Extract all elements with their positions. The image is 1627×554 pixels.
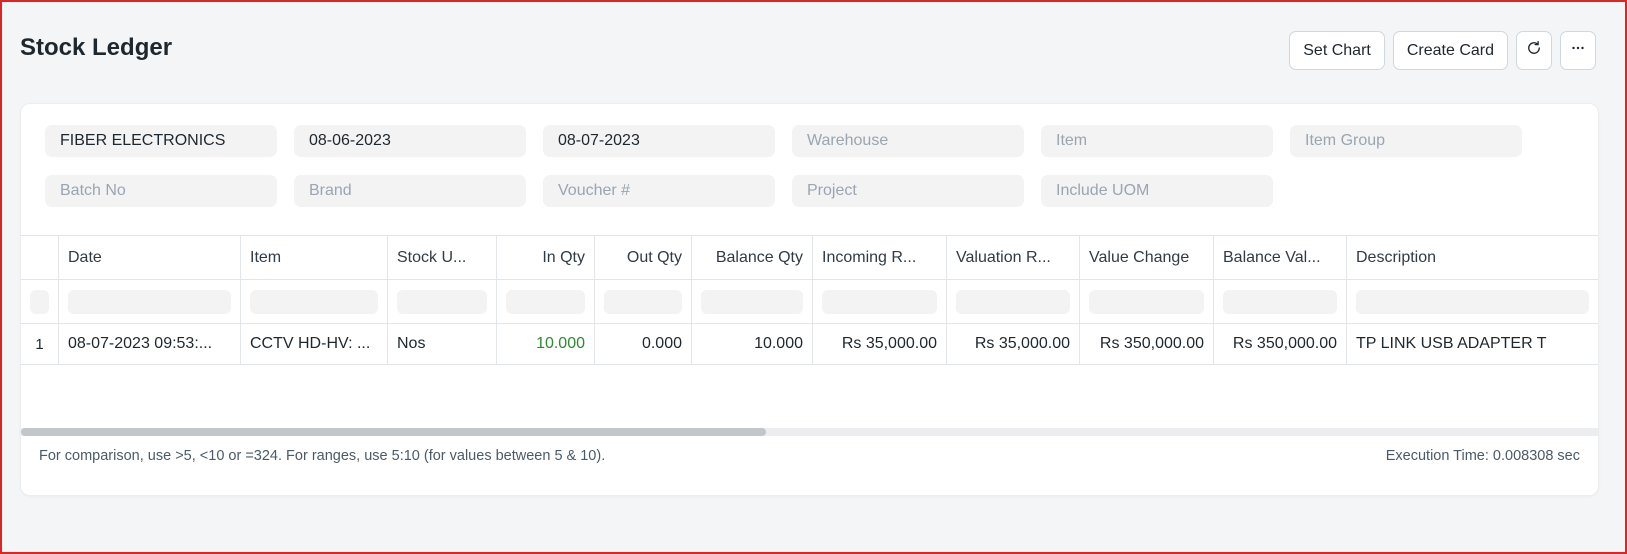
column-header-value-change[interactable]: Value Change bbox=[1080, 236, 1214, 279]
page-title: Stock Ledger bbox=[20, 34, 173, 61]
filter-area: FIBER ELECTRONICS 08-06-2023 08-07-2023 … bbox=[21, 104, 1598, 234]
filter-cell-value-change bbox=[1080, 280, 1214, 323]
brand-filter[interactable]: Brand bbox=[294, 175, 526, 207]
from-date-filter[interactable]: 08-06-2023 bbox=[294, 125, 526, 157]
filter-input-description[interactable] bbox=[1356, 289, 1589, 314]
column-header-out-qty[interactable]: Out Qty bbox=[595, 236, 692, 279]
filter-input-stock-uom[interactable] bbox=[397, 289, 487, 314]
filter-cell-valuation-rate bbox=[947, 280, 1080, 323]
cell-date[interactable]: 08-07-2023 09:53:... bbox=[59, 324, 241, 364]
more-icon bbox=[1569, 39, 1587, 62]
page-header: Stock Ledger Set Chart Create Card bbox=[2, 2, 1625, 98]
cell-description[interactable]: TP LINK USB ADAPTER T bbox=[1347, 324, 1598, 364]
horizontal-scrollbar[interactable] bbox=[21, 428, 1598, 436]
ledger-table: Date Item Stock U... In Qty Out Qty Bala… bbox=[21, 235, 1598, 451]
table-header: Date Item Stock U... In Qty Out Qty Bala… bbox=[21, 236, 1598, 280]
column-header-balance-value[interactable]: Balance Val... bbox=[1214, 236, 1347, 279]
execution-time: Execution Time: 0.008308 sec bbox=[1385, 448, 1580, 464]
filter-input-item[interactable] bbox=[250, 289, 378, 314]
filter-cell-out-qty bbox=[595, 280, 692, 323]
page-actions: Set Chart Create Card bbox=[1289, 31, 1596, 70]
column-header-date[interactable]: Date bbox=[59, 236, 241, 279]
cell-valuation-rate[interactable]: Rs 35,000.00 bbox=[947, 324, 1080, 364]
column-header-item[interactable]: Item bbox=[241, 236, 388, 279]
refresh-button[interactable] bbox=[1516, 31, 1552, 70]
voucher-filter[interactable]: Voucher # bbox=[543, 175, 775, 207]
filter-input-index[interactable] bbox=[30, 289, 49, 314]
filter-input-balance-value[interactable] bbox=[1223, 289, 1337, 314]
filter-input-valuation-rate[interactable] bbox=[956, 289, 1070, 314]
row-number: 1 bbox=[21, 324, 59, 364]
to-date-filter[interactable]: 08-07-2023 bbox=[543, 125, 775, 157]
filter-cell-balance-value bbox=[1214, 280, 1347, 323]
filter-cell-incoming-rate bbox=[813, 280, 947, 323]
cell-item[interactable]: CCTV HD-HV: ... bbox=[241, 324, 388, 364]
column-filter-row bbox=[21, 280, 1598, 324]
cell-value-change[interactable]: Rs 350,000.00 bbox=[1080, 324, 1214, 364]
cell-balance-qty[interactable]: 10.000 bbox=[692, 324, 813, 364]
filter-input-incoming-rate[interactable] bbox=[822, 289, 937, 314]
column-header-stock-uom[interactable]: Stock U... bbox=[388, 236, 497, 279]
report-card: FIBER ELECTRONICS 08-06-2023 08-07-2023 … bbox=[21, 104, 1598, 495]
cell-incoming-rate[interactable]: Rs 35,000.00 bbox=[813, 324, 947, 364]
column-header-valuation-rate[interactable]: Valuation R... bbox=[947, 236, 1080, 279]
filter-cell-balance-qty bbox=[692, 280, 813, 323]
filter-input-date[interactable] bbox=[68, 289, 231, 314]
project-filter[interactable]: Project bbox=[792, 175, 1024, 207]
table-row[interactable]: 1 08-07-2023 09:53:... CCTV HD-HV: ... N… bbox=[21, 324, 1598, 365]
scrollbar-thumb[interactable] bbox=[21, 428, 766, 436]
filter-input-in-qty[interactable] bbox=[506, 289, 585, 314]
filter-cell-stock-uom bbox=[388, 280, 497, 323]
column-header-incoming-rate[interactable]: Incoming R... bbox=[813, 236, 947, 279]
warehouse-filter[interactable]: Warehouse bbox=[792, 125, 1024, 157]
refresh-icon bbox=[1525, 39, 1543, 62]
batch-no-filter[interactable]: Batch No bbox=[45, 175, 277, 207]
company-filter[interactable]: FIBER ELECTRONICS bbox=[45, 125, 277, 157]
filter-input-balance-qty[interactable] bbox=[701, 289, 803, 314]
cell-out-qty[interactable]: 0.000 bbox=[595, 324, 692, 364]
include-uom-filter[interactable]: Include UOM bbox=[1041, 175, 1273, 207]
item-filter[interactable]: Item bbox=[1041, 125, 1273, 157]
filter-cell-item bbox=[241, 280, 388, 323]
filter-input-out-qty[interactable] bbox=[604, 289, 682, 314]
more-button[interactable] bbox=[1560, 31, 1596, 70]
create-card-button[interactable]: Create Card bbox=[1392, 31, 1508, 70]
set-chart-button[interactable]: Set Chart bbox=[1289, 31, 1385, 70]
filter-cell-date bbox=[59, 280, 241, 323]
row-number-header bbox=[21, 236, 59, 279]
filter-input-value-change[interactable] bbox=[1089, 289, 1204, 314]
column-header-balance-qty[interactable]: Balance Qty bbox=[692, 236, 813, 279]
filter-hint-text: For comparison, use >5, <10 or =324. For… bbox=[39, 448, 606, 464]
filter-cell-in-qty bbox=[497, 280, 595, 323]
cell-balance-value[interactable]: Rs 350,000.00 bbox=[1214, 324, 1347, 364]
filter-cell-description bbox=[1347, 280, 1598, 323]
item-group-filter[interactable]: Item Group bbox=[1290, 125, 1522, 157]
cell-in-qty[interactable]: 10.000 bbox=[497, 324, 595, 364]
column-header-in-qty[interactable]: In Qty bbox=[497, 236, 595, 279]
column-header-description[interactable]: Description bbox=[1347, 236, 1598, 279]
filter-cell-index bbox=[21, 280, 59, 323]
cell-stock-uom[interactable]: Nos bbox=[388, 324, 497, 364]
